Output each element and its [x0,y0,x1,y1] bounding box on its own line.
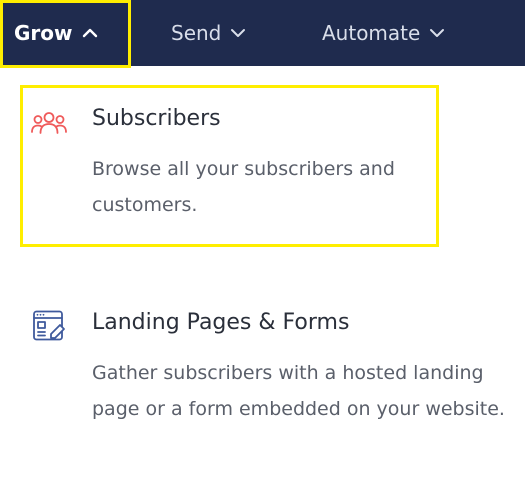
chevron-up-icon [82,28,98,38]
top-navbar: Grow Send Automate [0,0,525,66]
dropdown-item-landing-pages-forms[interactable]: Landing Pages & Forms Gather subscribers… [30,310,505,470]
subscribers-description: Browse all your subscribers and customer… [92,158,395,216]
nav-grow[interactable]: Grow [14,0,98,66]
landing-page-form-icon [30,310,68,348]
nav-automate-label: Automate [322,21,421,45]
chevron-down-icon [429,28,445,38]
nav-send[interactable]: Send [171,0,246,66]
nav-send-label: Send [171,21,222,45]
landing-pages-forms-title: Landing Pages & Forms [92,310,350,335]
nav-automate[interactable]: Automate [322,0,445,66]
dropdown-item-subscribers[interactable]: Subscribers Browse all your subscribers … [30,106,500,226]
landing-pages-forms-description: Gather subscribers with a hosted landing… [92,362,505,420]
chevron-down-icon [230,28,246,38]
subscribers-group-icon [30,110,68,142]
nav-grow-label: Grow [14,21,73,45]
subscribers-title: Subscribers [92,106,221,131]
